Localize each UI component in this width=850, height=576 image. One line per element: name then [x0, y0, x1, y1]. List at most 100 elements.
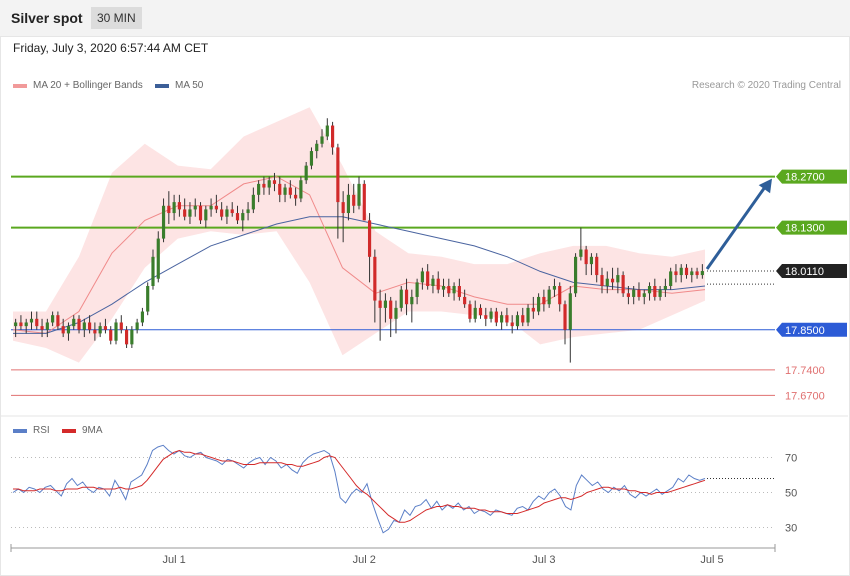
candle-up [29, 318, 34, 323]
candle-down [362, 183, 366, 221]
candle-down [626, 293, 630, 297]
candle-up [320, 136, 324, 144]
candle-up [225, 209, 229, 217]
candle-up [394, 307, 398, 319]
candle-down [637, 289, 641, 297]
candle-up [700, 271, 704, 276]
candle-up [616, 275, 620, 283]
candle-down [463, 296, 467, 305]
price-tag-label: 17.7400 [785, 365, 825, 377]
candle-up [135, 322, 139, 330]
candle-down [336, 147, 340, 203]
candle-up [257, 183, 261, 195]
candle-up [209, 205, 213, 210]
candle-up [193, 205, 197, 210]
candle-down [367, 220, 372, 257]
candle-up [647, 286, 652, 294]
candle-up [51, 315, 55, 323]
candle-down [88, 322, 92, 330]
rsi-tick-label: 30 [785, 523, 797, 535]
candle-down [584, 249, 588, 265]
candle-up [669, 271, 673, 286]
candle-down [272, 180, 277, 184]
candle-down [505, 315, 509, 323]
candle-down [674, 271, 678, 276]
rsi-tick-label: 70 [785, 453, 797, 465]
candle-up [309, 151, 314, 166]
candle-down [378, 300, 382, 308]
candle-up [399, 289, 403, 308]
candle-down [695, 271, 699, 276]
candle-up [383, 300, 387, 308]
candle-down [177, 202, 181, 210]
candle-down [558, 286, 562, 305]
candle-down [119, 322, 123, 330]
candle-down [684, 267, 689, 276]
candle-up [568, 293, 572, 330]
candle-down [288, 187, 292, 195]
candle-up [130, 329, 134, 345]
candle-up [589, 256, 594, 265]
candle-down [214, 205, 218, 210]
candle-up [114, 322, 118, 341]
price-tag-label: 18.0110 [785, 266, 824, 278]
candle-up [346, 194, 351, 214]
candle-up [632, 289, 636, 297]
candle-up [489, 311, 493, 319]
candle-up [188, 209, 192, 217]
candle-up [172, 202, 176, 214]
price-tag-label: 17.8500 [785, 325, 825, 337]
candle-down [19, 322, 23, 327]
candle-down [198, 205, 203, 221]
candle-down [404, 289, 409, 305]
price-tag-label: 18.2700 [785, 172, 825, 184]
rsi-line [12, 444, 706, 534]
candle-down [610, 278, 615, 283]
candle-down [447, 286, 451, 294]
x-tick-label: Jul 5 [700, 554, 723, 566]
candle-up [246, 209, 250, 214]
candle-up [579, 249, 583, 257]
candle-up [24, 322, 28, 327]
candle-down [109, 329, 113, 341]
candle-down [457, 286, 461, 297]
candle-up [605, 278, 609, 286]
candle-up [431, 278, 435, 286]
candle-down [563, 304, 567, 330]
candle-down [220, 209, 224, 217]
candle-up [14, 322, 18, 327]
candle-up [283, 187, 287, 195]
candle-down [600, 275, 604, 286]
rsi-tick-label: 50 [785, 488, 797, 500]
candle-up [679, 267, 683, 276]
candle-up [140, 311, 145, 323]
candle-up [156, 238, 160, 279]
candle-up [72, 318, 76, 327]
x-tick-label: Jul 3 [532, 554, 555, 566]
price-chart[interactable]: 18.2700 18.1300 17.8500 17.7400 17.6700 18.01… [0, 0, 850, 576]
candle-up [658, 289, 662, 297]
candle-down [278, 183, 282, 195]
candle-down [494, 311, 498, 323]
candle-up [45, 322, 49, 330]
candle-up [552, 286, 557, 290]
candle-down [124, 329, 129, 345]
candle-up [415, 282, 419, 297]
candle-up [299, 180, 303, 199]
candle-up [473, 307, 477, 319]
candle-down [35, 318, 39, 327]
candle-down [235, 213, 240, 221]
candle-down [389, 300, 393, 319]
candle-down [183, 209, 187, 217]
candle-down [262, 183, 266, 188]
candle-up [267, 180, 271, 188]
candle-up [251, 194, 255, 210]
candle-up [204, 209, 208, 221]
candle-down [426, 271, 430, 286]
candle-up [573, 256, 578, 294]
price-tag-label: 17.6700 [785, 390, 825, 402]
candle-down [436, 278, 440, 290]
candle-up [98, 326, 102, 334]
candle-up [325, 125, 329, 137]
candle-down [595, 256, 599, 276]
